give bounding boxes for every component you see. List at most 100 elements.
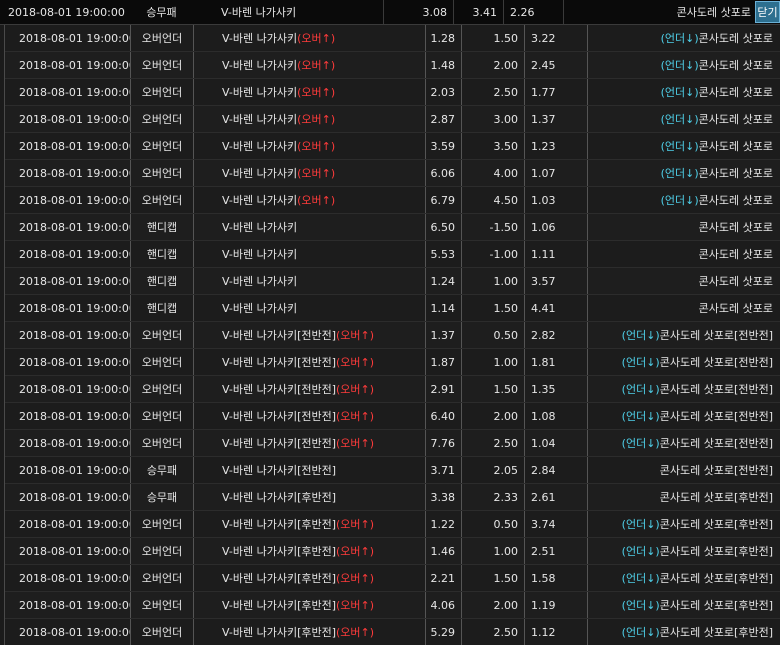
row-away-team: (언더↓) 콘사도레 삿포로[후반전] <box>588 592 780 618</box>
header-odd-draw[interactable]: 3.41 <box>453 0 503 24</box>
odd-away[interactable]: 1.58 <box>525 565 588 591</box>
header-odd-away[interactable]: 2.26 <box>503 0 563 24</box>
odd-away[interactable]: 3.22 <box>525 25 588 51</box>
odd-middle-value: 2.50 <box>493 625 519 639</box>
odd-away[interactable]: 1.06 <box>525 214 588 240</box>
odd-home[interactable]: 3.38 <box>426 484 462 510</box>
odd-middle[interactable]: -1.00 <box>462 241 525 267</box>
odd-middle[interactable]: 1.00 <box>462 538 525 564</box>
odd-home[interactable]: 2.87 <box>426 106 462 132</box>
odd-home[interactable]: 3.59 <box>426 133 462 159</box>
odd-home[interactable]: 2.03 <box>426 79 462 105</box>
odd-home[interactable]: 1.22 <box>426 511 462 537</box>
row-date-text: 2018-08-01 19:00:00 <box>19 193 131 207</box>
row-home-team: V-바렌 나가사키[전반전] <box>194 457 426 483</box>
odd-home[interactable]: 1.37 <box>426 322 462 348</box>
odd-away[interactable]: 3.57 <box>525 268 588 294</box>
odd-home[interactable]: 6.06 <box>426 160 462 186</box>
odd-home[interactable]: 1.24 <box>426 268 462 294</box>
odd-home[interactable]: 5.53 <box>426 241 462 267</box>
odd-home-value: 6.79 <box>430 193 456 207</box>
odd-home[interactable]: 2.21 <box>426 565 462 591</box>
odd-away[interactable]: 1.77 <box>525 79 588 105</box>
row-bet-type: 승무패 <box>131 457 194 483</box>
odd-away[interactable]: 3.74 <box>525 511 588 537</box>
odd-away[interactable]: 1.12 <box>525 619 588 645</box>
odd-home[interactable]: 1.48 <box>426 52 462 78</box>
odd-middle[interactable]: 0.50 <box>462 511 525 537</box>
odd-away[interactable]: 1.37 <box>525 106 588 132</box>
row-date-text: 2018-08-01 19:00:00 <box>19 490 131 504</box>
over-tag: (오버↑) <box>336 518 375 531</box>
odd-away[interactable]: 1.35 <box>525 376 588 402</box>
odd-away[interactable]: 1.81 <box>525 349 588 375</box>
row-date: 2018-08-01 19:00:00 <box>5 160 131 186</box>
odd-away-value: 1.35 <box>531 382 556 396</box>
odd-middle[interactable]: 1.50 <box>462 295 525 321</box>
odd-middle[interactable]: 3.00 <box>462 106 525 132</box>
odd-away[interactable]: 4.41 <box>525 295 588 321</box>
odd-middle[interactable]: 2.05 <box>462 457 525 483</box>
odd-home[interactable]: 5.29 <box>426 619 462 645</box>
odd-away[interactable]: 2.51 <box>525 538 588 564</box>
header-odd-home[interactable]: 3.08 <box>383 0 453 24</box>
odd-home[interactable]: 1.14 <box>426 295 462 321</box>
odd-home[interactable]: 1.87 <box>426 349 462 375</box>
odd-away[interactable]: 1.11 <box>525 241 588 267</box>
row-date-text: 2018-08-01 19:00:00 <box>19 463 131 477</box>
odd-away-value: 2.84 <box>531 463 556 477</box>
odd-middle[interactable]: 2.50 <box>462 430 525 456</box>
odd-away[interactable]: 2.61 <box>525 484 588 510</box>
row-away-team-text: 콘사도레 삿포로[전반전] <box>659 437 773 450</box>
odd-middle[interactable]: 2.00 <box>462 403 525 429</box>
odd-home[interactable]: 2.91 <box>426 376 462 402</box>
odd-middle[interactable]: 4.00 <box>462 160 525 186</box>
odd-away[interactable]: 1.08 <box>525 403 588 429</box>
odd-middle-value: 2.50 <box>493 85 519 99</box>
odd-middle[interactable]: 2.33 <box>462 484 525 510</box>
over-tag: (오버↑) <box>336 329 375 342</box>
odd-away[interactable]: 1.23 <box>525 133 588 159</box>
odd-home[interactable]: 6.40 <box>426 403 462 429</box>
odd-middle[interactable]: 1.50 <box>462 565 525 591</box>
row-away-team: 콘사도레 삿포로 <box>588 295 780 321</box>
over-tag: (오버↑) <box>336 383 375 396</box>
odd-away[interactable]: 2.82 <box>525 322 588 348</box>
odd-home[interactable]: 3.71 <box>426 457 462 483</box>
odd-middle[interactable]: 1.00 <box>462 349 525 375</box>
odd-away[interactable]: 1.19 <box>525 592 588 618</box>
row-bet-type: 오버언더 <box>131 25 194 51</box>
odd-away[interactable]: 2.45 <box>525 52 588 78</box>
odd-middle[interactable]: 2.50 <box>462 79 525 105</box>
odd-middle[interactable]: 3.50 <box>462 133 525 159</box>
odd-away[interactable]: 1.03 <box>525 187 588 213</box>
odd-home[interactable]: 6.79 <box>426 187 462 213</box>
odd-home-value: 3.38 <box>430 490 456 504</box>
table-row: 2018-08-01 19:00:00 오버언더 V-바렌 나가사키[후반전] (오버… <box>5 511 780 538</box>
odd-away[interactable]: 1.04 <box>525 430 588 456</box>
close-button[interactable]: 닫기 <box>755 1 780 23</box>
odd-middle[interactable]: 2.00 <box>462 592 525 618</box>
row-home-team-text: V-바렌 나가사키[후반전] <box>222 518 337 531</box>
odd-middle-value: 1.50 <box>493 382 519 396</box>
odd-home[interactable]: 1.28 <box>426 25 462 51</box>
odd-home[interactable]: 6.50 <box>426 214 462 240</box>
odd-middle[interactable]: 1.50 <box>462 376 525 402</box>
odd-away[interactable]: 2.84 <box>525 457 588 483</box>
odd-away-value: 1.19 <box>531 598 556 612</box>
odd-middle[interactable]: 0.50 <box>462 322 525 348</box>
odd-middle[interactable]: 1.50 <box>462 25 525 51</box>
odd-middle[interactable]: 2.50 <box>462 619 525 645</box>
odd-middle[interactable]: -1.50 <box>462 214 525 240</box>
header-bet-type: 승무패 <box>146 6 177 19</box>
odd-home[interactable]: 4.06 <box>426 592 462 618</box>
odd-middle[interactable]: 2.00 <box>462 52 525 78</box>
odd-middle[interactable]: 1.00 <box>462 268 525 294</box>
table-row: 2018-08-01 19:00:00 오버언더 V-바렌 나가사키[후반전] (오버… <box>5 619 780 645</box>
row-away-team: 콘사도레 삿포로 <box>588 268 780 294</box>
odd-home[interactable]: 1.46 <box>426 538 462 564</box>
odd-middle[interactable]: 4.50 <box>462 187 525 213</box>
odd-away[interactable]: 1.07 <box>525 160 588 186</box>
odd-home[interactable]: 7.76 <box>426 430 462 456</box>
row-date: 2018-08-01 19:00:00 <box>5 457 131 483</box>
